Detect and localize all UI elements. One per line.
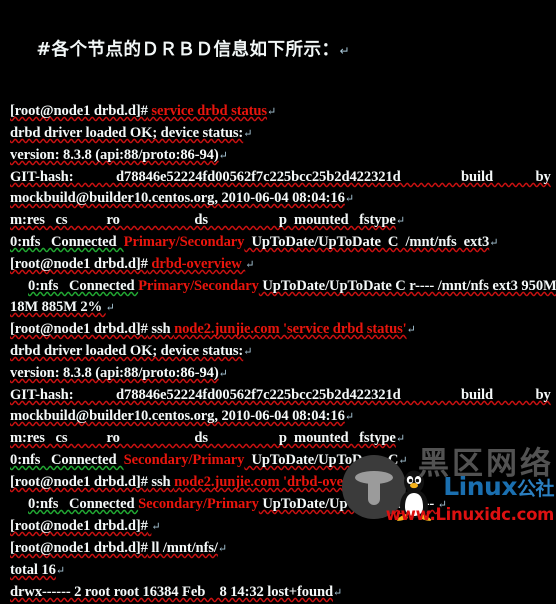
line-prompt: [root@node1 drbd.d]# — [10, 540, 148, 556]
line-text: drwx------ 2 root root 16384 Feb 8 14:32… — [10, 584, 334, 600]
terminal-line: 0:nfs Connected Primary/Secondary UpToDa… — [10, 276, 556, 297]
paragraph-mark: ↵ — [395, 433, 405, 445]
paragraph-mark: ↵ — [243, 128, 253, 140]
line-after: UpToDate/UpToDate C r---- — [258, 496, 438, 512]
line-text: mockbuild@builder10.centos.org, 2010-06-… — [10, 190, 345, 206]
line-after: UpToDate/UpToDate C r---- /mnt/nfs ext3 … — [258, 278, 556, 294]
line-command: ll /mnt/nfs/ — [147, 540, 218, 556]
terminal-line: GIT-hash: d78846e52224fd00562f7c225bcc25… — [10, 385, 552, 406]
paragraph-mark: ↵ — [344, 411, 354, 423]
paragraph-mark: ↵ — [55, 565, 65, 577]
terminal-line: drwx------ 2 root root 16384 Feb 8 14:32… — [10, 582, 552, 604]
terminal-document: #各个节点的ＤＲＢＤ信息如下所示：↵ [root@node1 drbd.d]# … — [0, 0, 556, 600]
line-before: 0:nfs Connected — [10, 452, 124, 468]
paragraph-mark: ↵ — [217, 543, 227, 555]
line-before: 0:nfs Connected — [28, 278, 139, 294]
line-prompt: [root@node1 drbd.d]# — [10, 103, 148, 119]
terminal-line: 18M 885M 2% ↵ — [10, 297, 552, 319]
terminal-line: 0:nfs Connected Primary/Secondary UpToDa… — [10, 232, 552, 254]
paragraph-mark: ↵ — [381, 477, 391, 489]
line-text: total 16 — [10, 562, 56, 578]
line-text: mockbuild@builder10.centos.org, 2010-06-… — [10, 408, 345, 424]
line-role: Primary/Secondary — [138, 278, 259, 294]
line-text: version: 8.3.8 (api:88/proto:86-94) — [10, 365, 219, 381]
line-keyword: ssh — [147, 474, 175, 490]
line-text: GIT-hash: d78846e52224fd00562f7c225bcc25… — [10, 169, 551, 185]
terminal-output: [root@node1 drbd.d]# service drbd status… — [6, 101, 556, 604]
paragraph-mark: ↵ — [243, 346, 253, 358]
line-text: drbd driver loaded OK; device status: — [10, 125, 244, 141]
terminal-line: m:res cs ro ds p mounted fstype↵ — [10, 210, 552, 232]
paragraph-mark: ↵ — [151, 521, 161, 533]
line-after: UpToDate/UpToDate C — [244, 452, 399, 468]
terminal-line: total 16↵ — [10, 560, 552, 582]
terminal-line: drbd driver loaded OK; device status:↵ — [10, 123, 552, 145]
line-role: Secondary/Primary — [123, 452, 245, 468]
line-text: GIT-hash: d78846e52224fd00562f7c225bcc25… — [10, 387, 551, 403]
terminal-line: mockbuild@builder10.centos.org, 2010-06-… — [10, 406, 552, 428]
line-text: 18M 885M 2% — [10, 299, 106, 315]
terminal-line: [root@node1 drbd.d]# ssh node2.junjie.co… — [10, 472, 552, 494]
line-command: node2.junjie.com 'drbd-overview' — [174, 474, 382, 490]
terminal-line: GIT-hash: d78846e52224fd00562f7c225bcc25… — [10, 167, 552, 188]
terminal-line: mockbuild@builder10.centos.org, 2010-06-… — [10, 188, 552, 210]
line-before: 0:nfs Connected — [10, 234, 124, 250]
line-prompt: [root@node1 drbd.d]# — [10, 474, 148, 490]
paragraph-mark: ↵ — [339, 44, 351, 58]
paragraph-mark: ↵ — [398, 455, 408, 467]
page-title-text: #各个节点的ＤＲＢＤ信息如下所示： — [36, 40, 340, 60]
line-prompt: [root@node1 drbd.d]# — [10, 321, 148, 337]
line-keyword: ssh — [147, 321, 175, 337]
terminal-line: [root@node1 drbd.d]# ssh node2.junjie.co… — [10, 319, 552, 341]
terminal-line: 0:nfs Connected Secondary/Primary UpToDa… — [10, 450, 552, 472]
line-prompt: [root@node1 drbd.d]# — [10, 518, 148, 534]
paragraph-mark: ↵ — [105, 302, 115, 314]
line-after: UpToDate/UpToDate C /mnt/nfs ext3 — [244, 234, 490, 250]
line-before: 0:nfs Connected — [28, 496, 139, 512]
paragraph-mark: ↵ — [344, 193, 354, 205]
terminal-line: [root@node1 drbd.d]# ll /mnt/nfs/↵ — [10, 538, 552, 560]
terminal-line: m:res cs ro ds p mounted fstype↵ — [10, 428, 552, 450]
paragraph-mark: ↵ — [267, 106, 277, 118]
line-command: node2.junjie.com 'service drbd status' — [174, 321, 407, 337]
paragraph-mark: ↵ — [406, 324, 416, 336]
line-text: m:res cs ro ds p mounted fstype — [10, 430, 396, 446]
line-command: service drbd status — [147, 103, 268, 119]
paragraph-mark: ↵ — [489, 237, 499, 249]
terminal-line: [root@node1 drbd.d]# ↵ — [10, 516, 552, 538]
terminal-line: version: 8.3.8 (api:88/proto:86-94)↵ — [10, 363, 552, 385]
line-role: Secondary/Primary — [138, 496, 259, 512]
line-command: drbd-overview — [147, 256, 246, 272]
paragraph-mark: ↵ — [395, 215, 405, 227]
line-text: drbd driver loaded OK; device status: — [10, 343, 244, 359]
paragraph-mark: ↵ — [218, 150, 228, 162]
line-text: version: 8.3.8 (api:88/proto:86-94) — [10, 147, 219, 163]
terminal-line: version: 8.3.8 (api:88/proto:86-94)↵ — [10, 145, 552, 167]
line-prompt: [root@node1 drbd.d]# — [10, 256, 148, 272]
paragraph-mark: ↵ — [245, 259, 255, 271]
paragraph-mark: ↵ — [333, 587, 343, 599]
terminal-line: drbd driver loaded OK; device status:↵ — [10, 341, 552, 363]
terminal-line: [root@node1 drbd.d]# drbd-overview ↵ — [10, 254, 552, 276]
paragraph-mark: ↵ — [437, 499, 447, 511]
terminal-line: 0:nfs Connected Secondary/Primary UpToDa… — [10, 494, 552, 516]
line-role: Primary/Secondary — [123, 234, 245, 250]
line-text: m:res cs ro ds p mounted fstype — [10, 212, 396, 228]
page-title: #各个节点的ＤＲＢＤ信息如下所示：↵ — [10, 10, 552, 92]
paragraph-mark: ↵ — [218, 368, 228, 380]
terminal-line: [root@node1 drbd.d]# service drbd status… — [10, 101, 552, 123]
